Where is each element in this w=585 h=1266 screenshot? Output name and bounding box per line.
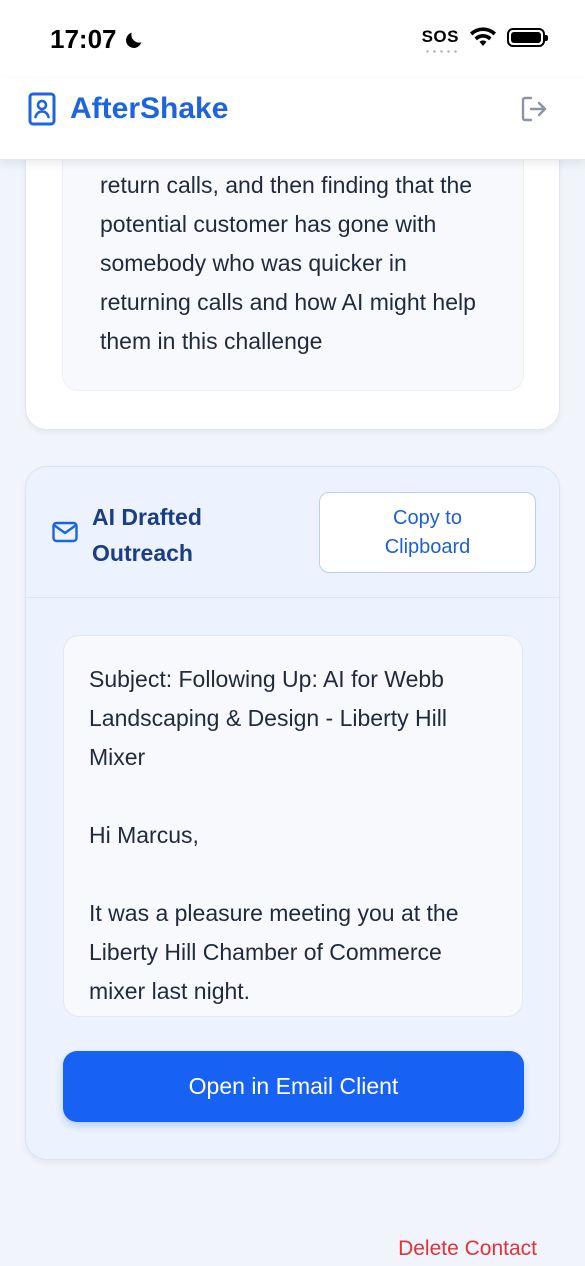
- contact-book-icon: [28, 92, 56, 126]
- status-indicators: SOS: [421, 26, 548, 53]
- delete-contact-link[interactable]: Delete Contact: [398, 1237, 537, 1261]
- contact-detail-scroll[interactable]: return calls, and then finding that the …: [0, 160, 585, 1266]
- email-draft-text: Subject: Following Up: AI for Webb Lands…: [89, 666, 459, 1004]
- moon-icon: [125, 32, 141, 48]
- logout-icon[interactable]: [519, 94, 549, 124]
- mail-icon: [52, 521, 78, 543]
- app-name: AfterShake: [70, 92, 229, 125]
- open-in-email-client-button[interactable]: Open in Email Client: [63, 1051, 524, 1122]
- app-header: AfterShake: [0, 78, 585, 160]
- notes-box: return calls, and then finding that the …: [62, 160, 524, 391]
- status-bar: 17:07 SOS: [0, 0, 585, 78]
- outreach-card: AI Drafted Outreach Copy to Clipboard Su…: [25, 466, 560, 1160]
- copy-to-clipboard-button[interactable]: Copy to Clipboard: [319, 492, 536, 573]
- notes-card: return calls, and then finding that the …: [25, 160, 560, 430]
- battery-level: [511, 31, 541, 43]
- wifi-icon: [470, 27, 496, 46]
- brand[interactable]: AfterShake: [28, 92, 228, 126]
- battery-icon: [507, 27, 548, 47]
- outreach-title: AI Drafted Outreach: [92, 504, 202, 566]
- status-time: 17:07: [50, 24, 145, 55]
- email-draft-box[interactable]: Subject: Following Up: AI for Webb Lands…: [63, 635, 523, 1017]
- sos-indicator: SOS: [421, 27, 459, 53]
- notes-text: return calls, and then finding that the …: [100, 172, 476, 354]
- clock-text: 17:07: [50, 24, 117, 54]
- outreach-header: AI Drafted Outreach Copy to Clipboard: [26, 467, 559, 598]
